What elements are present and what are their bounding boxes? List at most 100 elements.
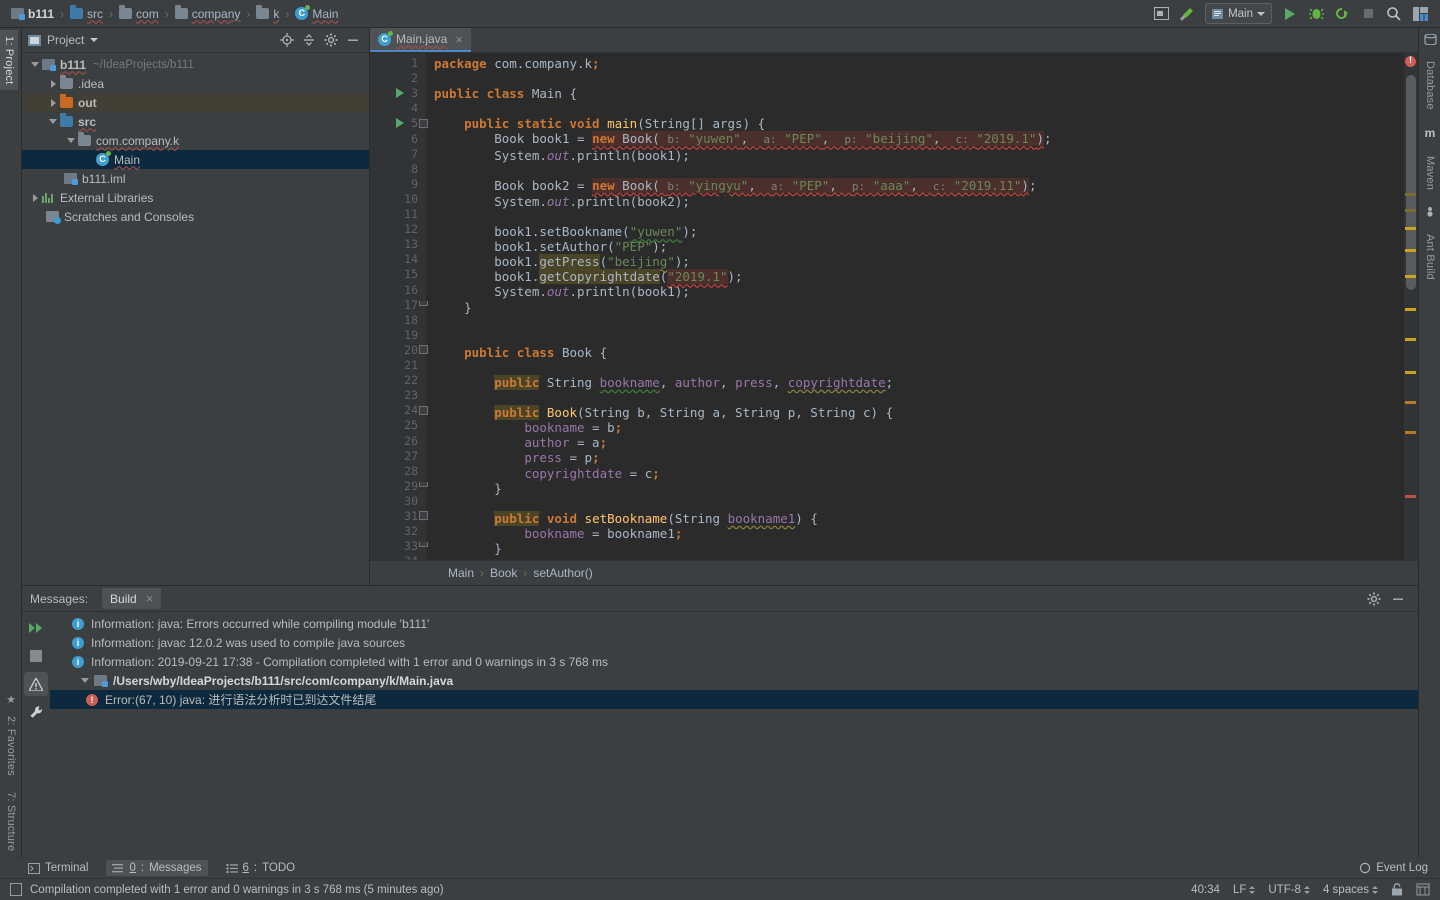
stripe-warning-mark[interactable] (1405, 431, 1416, 434)
fold-icon[interactable] (419, 301, 428, 306)
close-icon[interactable]: × (455, 32, 463, 47)
stripe-warning-mark[interactable] (1405, 227, 1416, 230)
run-icon[interactable] (1278, 3, 1302, 25)
hide-icon[interactable] (343, 30, 363, 50)
breadcrumb-item-src[interactable]: src (67, 5, 106, 21)
settings-gear-icon[interactable] (1364, 589, 1384, 609)
fold-icon[interactable] (419, 542, 428, 547)
tree-row-out[interactable]: out (22, 93, 369, 112)
message-row[interactable]: i Information: javac 12.0.2 was used to … (50, 633, 1418, 652)
locate-icon[interactable] (277, 30, 297, 50)
tab-main-java[interactable]: C Main.java × (370, 28, 471, 52)
breadcrumb-inner-class[interactable]: Book (490, 566, 517, 580)
chevron-down-icon[interactable] (78, 678, 92, 683)
hide-icon[interactable] (1388, 589, 1408, 609)
chevron-right-icon[interactable] (46, 79, 60, 88)
tree-row-b111[interactable]: b111 ~/IdeaProjects/b111 (22, 55, 369, 74)
caret-position[interactable]: 40:34 (1191, 884, 1220, 896)
chevron-right-icon[interactable] (28, 193, 42, 202)
stripe-warning-mark[interactable] (1405, 209, 1416, 212)
fold-icon[interactable] (419, 119, 428, 128)
stripe-error-mark[interactable] (1405, 495, 1416, 498)
tree-row-src[interactable]: src (22, 112, 369, 131)
settings-gear-icon[interactable] (321, 30, 341, 50)
chevron-down-icon[interactable] (90, 38, 99, 42)
chevron-down-icon[interactable] (64, 138, 78, 143)
breadcrumb-item-project[interactable]: b111 (8, 7, 57, 21)
sidebar-item-maven[interactable]: Maven (1421, 150, 1439, 196)
warnings-filter-icon[interactable] (24, 672, 48, 696)
breadcrumb-item-company[interactable]: company (172, 5, 244, 21)
event-log-button[interactable]: Event Log (1359, 862, 1440, 874)
run-gutter-marker[interactable] (396, 118, 404, 128)
tree-row-scratches[interactable]: Scratches and Consoles (22, 207, 369, 226)
debug-icon[interactable] (1304, 3, 1328, 25)
tab-label: Main.java (396, 32, 448, 46)
tab-todo[interactable]: 6 : TODO (225, 862, 295, 874)
tab-build[interactable]: Build × (102, 588, 162, 609)
tab-messages[interactable]: 0 : Messages (106, 860, 208, 876)
stripe-warning-mark[interactable] (1405, 338, 1416, 341)
message-row[interactable]: i Information: java: Errors occurred whi… (50, 614, 1418, 633)
code-text[interactable]: package com.company.k; public class Main… (434, 53, 1372, 560)
stripe-warning-mark[interactable] (1405, 275, 1416, 278)
search-icon[interactable] (1382, 3, 1406, 25)
run-gutter-marker[interactable] (396, 88, 404, 98)
preview-icon[interactable] (1149, 3, 1173, 25)
message-row[interactable]: i Information: 2019-09-21 17:38 - Compil… (50, 652, 1418, 671)
editor-gutter[interactable]: 1 2 3 4 5 6 7 8 9 10 11 12 13 14 15 16 1… (370, 53, 428, 560)
chevron-right-icon[interactable] (46, 98, 60, 107)
rerun-icon[interactable] (24, 616, 48, 640)
source-code[interactable]: package com.company.k; public class Main… (434, 53, 1372, 556)
close-icon[interactable]: × (146, 591, 154, 606)
stop-icon[interactable] (24, 644, 48, 668)
sidebar-item-structure[interactable]: 7: Structure (2, 786, 20, 857)
code-editor[interactable]: 1 2 3 4 5 6 7 8 9 10 11 12 13 14 15 16 1… (370, 53, 1418, 560)
stripe-warning-mark[interactable] (1405, 401, 1416, 404)
chevron-down-icon[interactable] (28, 62, 42, 67)
breadcrumb-item-main[interactable]: C Main (292, 5, 341, 21)
fold-icon[interactable] (419, 511, 428, 520)
breadcrumb-item-com[interactable]: com (116, 5, 162, 21)
stripe-warning-mark[interactable] (1405, 308, 1416, 311)
collapse-all-icon[interactable] (299, 30, 319, 50)
stripe-warning-mark[interactable] (1405, 249, 1416, 252)
wrench-icon[interactable] (24, 700, 48, 724)
editor-scrollbar-thumb[interactable] (1406, 75, 1416, 290)
sidebar-item-project[interactable]: 1: Project (0, 30, 18, 91)
breadcrumb-item-k[interactable]: k (253, 5, 282, 21)
breadcrumb-class[interactable]: Main (448, 566, 474, 580)
coverage-icon[interactable] (1330, 3, 1354, 25)
encoding-selector[interactable]: UTF-8 (1268, 884, 1310, 896)
chevron-down-icon[interactable] (46, 119, 60, 124)
message-row-file-path[interactable]: /Users/wby/IdeaProjects/b111/src/com/com… (50, 671, 1418, 690)
sidebar-item-ant-build[interactable]: Ant Build (1421, 228, 1439, 286)
git-branch-icon[interactable] (1416, 883, 1430, 896)
tree-row-external-libraries[interactable]: External Libraries (22, 188, 369, 207)
message-text: Information: javac 12.0.2 was used to co… (91, 635, 406, 650)
tree-row-idea[interactable]: .idea (22, 74, 369, 93)
fold-icon[interactable] (419, 482, 428, 487)
tree-row-package[interactable]: com.company.k (22, 131, 369, 150)
breadcrumb-method[interactable]: setAuthor() (533, 566, 592, 580)
line-separator-selector[interactable]: LF (1233, 884, 1256, 896)
hammer-icon[interactable] (1175, 3, 1199, 25)
stripe-warning-mark[interactable] (1405, 193, 1416, 196)
message-row-error[interactable]: ! Error:(67, 10) java: 进行语法分析时已到达文件结尾 (50, 690, 1418, 709)
fold-icon[interactable] (419, 406, 428, 415)
sidebar-item-database[interactable]: Database (1421, 55, 1439, 116)
sidebar-item-favorites[interactable]: 2: Favorites (2, 710, 20, 782)
indent-selector[interactable]: 4 spaces (1323, 884, 1378, 896)
fold-icon[interactable] (419, 345, 428, 354)
layout-icon[interactable] (1408, 3, 1432, 25)
tab-terminal[interactable]: Terminal (28, 862, 88, 874)
run-configuration-selector[interactable]: Main (1205, 3, 1272, 24)
tree-row-iml[interactable]: b111.iml (22, 169, 369, 188)
editor-tab-bar: C Main.java × (370, 28, 1418, 53)
stop-icon[interactable] (1356, 3, 1380, 25)
error-stripe[interactable] (1404, 53, 1418, 560)
lock-icon[interactable] (1391, 883, 1403, 896)
tree-row-main[interactable]: C Main (22, 150, 369, 169)
stripe-warning-mark[interactable] (1405, 371, 1416, 374)
error-marker-icon[interactable] (1405, 55, 1416, 67)
